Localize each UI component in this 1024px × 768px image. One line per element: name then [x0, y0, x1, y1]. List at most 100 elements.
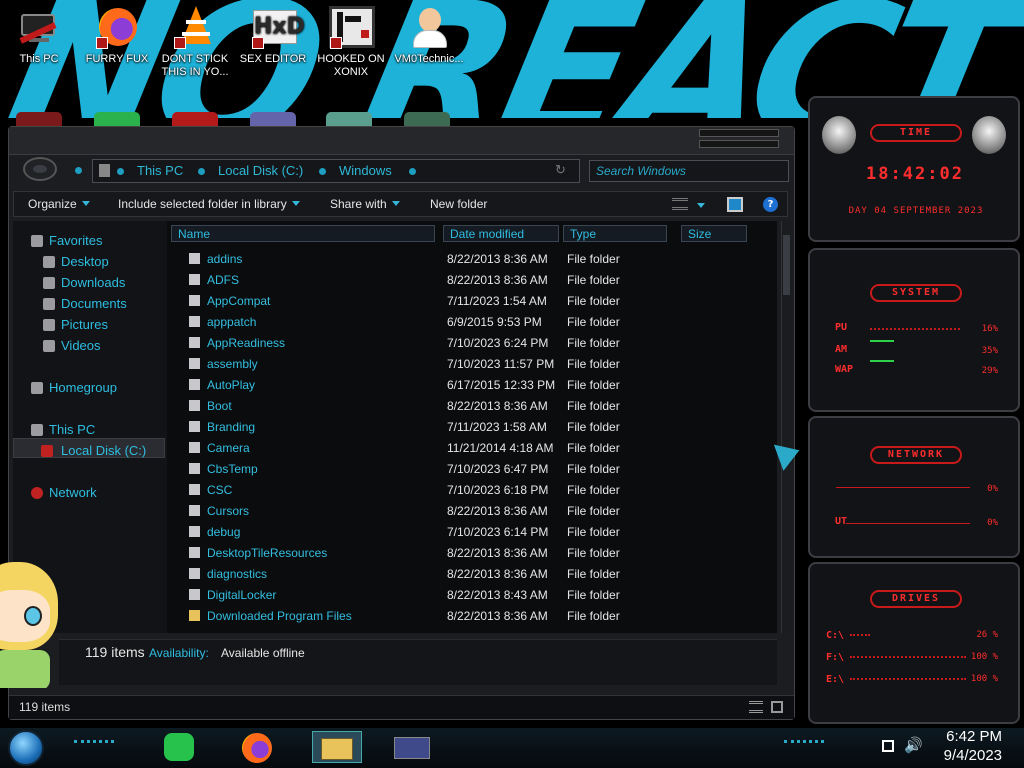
table-row[interactable]: DesktopTileResources 8/22/2013 8:36 AM Fil…: [167, 543, 767, 564]
nav-desktop[interactable]: Desktop: [43, 254, 109, 269]
taskbar-spotify-button[interactable]: [162, 731, 196, 763]
table-row[interactable]: AppReadiness 7/10/2023 6:24 PM File folder: [167, 333, 767, 354]
file-name: debug: [207, 525, 241, 539]
column-type[interactable]: Type: [563, 225, 667, 242]
status-bar: 119 items: [9, 695, 794, 719]
file-type: File folder: [567, 252, 620, 266]
desktop-icon-this-pc[interactable]: This PC: [4, 6, 74, 66]
drive-label: C:\: [826, 630, 845, 641]
clock-time-tray[interactable]: 6:42 PM: [926, 728, 1002, 745]
folder-icon: [189, 589, 200, 600]
nav-network-label: Network: [49, 485, 97, 500]
desktop-icon-vm0[interactable]: VM0Technic...: [394, 6, 464, 66]
taskbar-explorer-button[interactable]: [312, 731, 362, 763]
desktop-icon-vlc[interactable]: DONT STICK THIS IN YO...: [160, 6, 230, 79]
computer-icon: [17, 6, 61, 50]
network-tray-icon[interactable]: [882, 740, 894, 752]
file-type: File folder: [567, 546, 620, 560]
nav-local-disk[interactable]: Local Disk (C:): [41, 443, 146, 458]
table-row[interactable]: Camera 11/21/2014 4:18 AM File folder: [167, 438, 767, 459]
refresh-icon[interactable]: ↻: [555, 162, 566, 178]
folder-icon: [189, 547, 200, 558]
drive-label: F:\: [826, 652, 845, 663]
clock-date-tray[interactable]: 9/4/2023: [926, 747, 1002, 764]
start-button[interactable]: [8, 730, 44, 766]
column-size[interactable]: Size: [681, 225, 747, 242]
file-type: File folder: [567, 504, 620, 518]
nav-this-pc[interactable]: This PC: [31, 422, 95, 437]
table-row[interactable]: debug 7/10/2023 6:14 PM File folder: [167, 522, 767, 543]
breadcrumb-this-pc[interactable]: This PC: [137, 163, 183, 178]
nav-network[interactable]: Network: [31, 485, 97, 500]
table-row[interactable]: assembly 7/10/2023 11:57 PM File folder: [167, 354, 767, 375]
table-row[interactable]: addins 8/22/2013 8:36 AM File folder: [167, 249, 767, 270]
table-row[interactable]: Boot 8/22/2013 8:36 AM File folder: [167, 396, 767, 417]
file-list: Name Date modified Type Size addins 8/22/…: [167, 221, 777, 633]
nav-pictures[interactable]: Pictures: [43, 317, 108, 332]
desktop-icon-label: VM0Technic...: [394, 53, 464, 65]
table-row[interactable]: Branding 7/11/2023 1:58 AM File folder: [167, 417, 767, 438]
nav-documents[interactable]: Documents: [43, 296, 127, 311]
tiles-view-icon[interactable]: [771, 701, 783, 713]
share-with-button[interactable]: Share with: [330, 197, 400, 211]
include-in-library-button[interactable]: Include selected folder in library: [118, 197, 300, 211]
file-date: 8/22/2013 8:43 AM: [447, 588, 548, 602]
desktop-icon-firefox[interactable]: FURRY FUX: [82, 6, 152, 66]
details-pane: 119 items Availability: Available offlin…: [59, 639, 777, 685]
file-date: 7/10/2023 6:14 PM: [447, 525, 549, 539]
breadcrumb-local-disk[interactable]: Local Disk (C:): [218, 163, 303, 178]
nav-favorites[interactable]: Favorites: [31, 233, 102, 248]
include-label: Include selected folder in library: [118, 197, 287, 211]
taskbar-firefox-button[interactable]: [240, 731, 274, 763]
table-row[interactable]: diagnostics 8/22/2013 8:36 AM File folder: [167, 564, 767, 585]
file-type: File folder: [567, 441, 620, 455]
new-folder-button[interactable]: New folder: [430, 197, 487, 211]
alien-icon: [972, 116, 1006, 154]
table-row[interactable]: Downloaded Program Files 8/22/2013 8:36 A…: [167, 606, 767, 627]
xonix-icon: [329, 6, 375, 50]
file-name: DesktopTileResources: [207, 546, 328, 560]
details-view-icon[interactable]: [749, 701, 763, 713]
volume-icon[interactable]: 🔊: [904, 736, 923, 754]
scrollbar-thumb[interactable]: [783, 235, 790, 295]
breadcrumb-windows[interactable]: Windows: [339, 163, 392, 178]
chevron-down-icon[interactable]: [697, 203, 705, 208]
address-bar[interactable]: This PC Local Disk (C:) Windows ↻: [92, 159, 580, 183]
table-row[interactable]: CbsTemp 7/10/2023 6:47 PM File folder: [167, 459, 767, 480]
help-icon[interactable]: ?: [763, 197, 778, 212]
drive-bar: [850, 656, 966, 658]
nav-videos[interactable]: Videos: [43, 338, 101, 353]
preview-pane-icon[interactable]: [727, 197, 743, 212]
cpu-bar: [870, 328, 960, 332]
back-button[interactable]: [23, 157, 57, 181]
folder-icon: [189, 568, 200, 579]
drive-value: 26 %: [976, 630, 998, 640]
table-row[interactable]: AutoPlay 6/17/2015 12:33 PM File folder: [167, 375, 767, 396]
table-row[interactable]: CSC 7/10/2023 6:18 PM File folder: [167, 480, 767, 501]
organize-button[interactable]: Organize: [28, 197, 90, 211]
search-input[interactable]: Search Windows: [589, 160, 789, 182]
downloads-icon: [43, 277, 55, 289]
status-item-count: 119 items: [19, 700, 71, 714]
table-row[interactable]: Cursors 8/22/2013 8:36 AM File folder: [167, 501, 767, 522]
file-date: 11/21/2014 4:18 AM: [447, 441, 554, 455]
desktop-icon-xonix[interactable]: HOOKED ON XONIX: [316, 6, 386, 79]
forward-button[interactable]: [75, 167, 82, 174]
table-row[interactable]: DigitalLocker 8/22/2013 8:43 AM File folde…: [167, 585, 767, 606]
column-name[interactable]: Name: [171, 225, 435, 242]
folder-icon: [189, 442, 200, 453]
nav-homegroup[interactable]: Homegroup: [31, 380, 117, 395]
explorer-window: This PC Local Disk (C:) Windows ↻ Search…: [8, 126, 795, 720]
table-row[interactable]: apppatch 6/9/2015 9:53 PM File folder: [167, 312, 767, 333]
view-options-icon[interactable]: [672, 198, 688, 210]
file-date: 6/9/2015 9:53 PM: [447, 315, 542, 329]
desktop-icon-hxd[interactable]: HxD SEX EDITOR: [238, 6, 308, 66]
column-date-modified[interactable]: Date modified: [443, 225, 559, 242]
taskbar-app-button[interactable]: [388, 731, 438, 763]
table-row[interactable]: ADFS 8/22/2013 8:36 AM File folder: [167, 270, 767, 291]
nav-downloads[interactable]: Downloads: [43, 275, 125, 290]
file-list-scrollbar[interactable]: [781, 221, 791, 633]
folder-icon: [99, 164, 110, 177]
table-row[interactable]: AppCompat 7/11/2023 1:54 AM File folder: [167, 291, 767, 312]
videos-icon: [43, 340, 55, 352]
